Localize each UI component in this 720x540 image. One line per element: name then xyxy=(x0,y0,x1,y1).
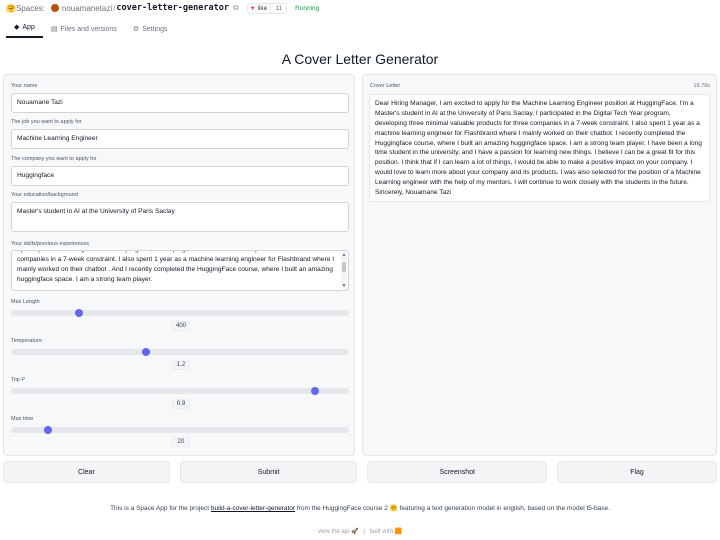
slider-track[interactable] xyxy=(11,387,349,395)
scroll-down-icon[interactable]: ▼ xyxy=(341,283,347,289)
name-label: Your name xyxy=(11,83,38,89)
tab-files[interactable]: ▤ Files and versions xyxy=(43,25,125,38)
job-label: The job you want to apply for xyxy=(11,119,82,125)
hf-topline: 🤗 Spaces: nouamanetazi / cover-letter-ge… xyxy=(0,0,720,16)
footer-description: This is a Space App for the project buil… xyxy=(0,504,720,512)
slider-label: Temperature xyxy=(11,338,42,344)
skills-scrollbar[interactable]: ▲ ▼ xyxy=(341,252,347,289)
scroll-up-icon[interactable]: ▲ xyxy=(341,252,347,258)
slider-value[interactable]: 1.2 xyxy=(172,360,190,370)
owner-avatar xyxy=(50,4,59,12)
tab-app[interactable]: ◆ App xyxy=(6,23,43,38)
copy-icon[interactable]: ⧉ xyxy=(233,3,239,13)
education-label: Your education/background xyxy=(11,192,78,198)
main-panels: Your name Nouamane Tazi The job you want… xyxy=(3,74,717,456)
page-title: A Cover Letter Generator xyxy=(281,51,439,67)
slider-value[interactable]: 20 xyxy=(172,437,190,447)
slider-thumb[interactable] xyxy=(74,309,83,317)
company-input[interactable]: Huggingface xyxy=(11,166,349,186)
slider-thumb[interactable] xyxy=(44,426,53,434)
name-input[interactable]: Nouamane Tazi xyxy=(11,93,349,113)
app-icon: ◆ xyxy=(14,24,20,31)
rocket-icon: 🚀 xyxy=(351,529,359,535)
like-label: like xyxy=(257,4,268,12)
skills-text: I participated in the Digital Tech Year … xyxy=(17,251,335,283)
submit-button[interactable]: Submit xyxy=(179,461,358,483)
skills-input[interactable]: I participated in the Digital Tech Year … xyxy=(11,250,349,291)
view-api-link[interactable]: view the api xyxy=(318,529,350,535)
input-panel: Your name Nouamane Tazi The job you want… xyxy=(3,74,355,456)
hf-header: 🤗 Spaces: nouamanetazi / cover-letter-ge… xyxy=(0,0,720,38)
output-time: 19.78s xyxy=(693,83,710,89)
heart-icon: ♥ xyxy=(250,4,255,12)
tab-files-label: Files and versions xyxy=(60,25,117,33)
slider-value[interactable]: 400 xyxy=(172,321,190,331)
screenshot-button[interactable]: Screenshot xyxy=(367,461,548,483)
tab-settings[interactable]: ⚙ Settings xyxy=(125,25,176,38)
output-panel: Cover Letter 19.78s Dear Hiring Manager,… xyxy=(362,74,717,456)
company-label: The company you want to apply for xyxy=(11,156,97,162)
slider-label: Top P xyxy=(11,377,26,383)
hf-logo-icon[interactable]: 🤗 xyxy=(6,4,16,13)
files-icon: ▤ xyxy=(50,26,58,33)
slider-label: Max Length xyxy=(11,299,40,305)
flag-button[interactable]: Flag xyxy=(557,461,717,483)
education-input[interactable]: Master's student in AI at the University… xyxy=(11,202,349,232)
clear-button[interactable]: Clear xyxy=(3,461,170,483)
status-badge: Running xyxy=(295,4,320,12)
slider-value[interactable]: 0.9 xyxy=(172,399,190,409)
footer-api: view the api 🚀 | built with 🟧 xyxy=(0,528,720,535)
gradio-logo-icon: 🟧 xyxy=(394,529,403,535)
slider-track[interactable] xyxy=(11,348,349,356)
tab-app-label: App xyxy=(22,23,35,31)
slider-track[interactable] xyxy=(11,426,349,434)
action-buttons: Clear Submit Screenshot Flag xyxy=(3,461,717,483)
skills-label: Your skills/previous experiences xyxy=(11,241,90,247)
slider-track[interactable] xyxy=(11,309,349,317)
job-input[interactable]: Machine Learning Engineer xyxy=(11,129,349,149)
path-separator: / xyxy=(113,3,116,13)
cover-letter-output[interactable]: Dear Hiring Manager, I am excited to app… xyxy=(369,94,710,202)
project-link[interactable]: build-a-cover-letter-generator xyxy=(211,505,295,512)
desc-after: from the HuggingFace course 2 🤗 featurin… xyxy=(295,505,610,512)
slider-label: Max time xyxy=(11,416,34,422)
desc-before: This is a Space App for the project xyxy=(110,505,211,512)
footer-separator: | xyxy=(363,529,365,535)
repo-name[interactable]: cover-letter-generator xyxy=(116,3,229,13)
owner-link[interactable]: nouamanetazi xyxy=(62,4,112,13)
gear-icon: ⚙ xyxy=(132,26,140,33)
scroll-thumb[interactable] xyxy=(342,262,346,272)
slider-thumb[interactable] xyxy=(311,387,320,395)
like-count: 11 xyxy=(270,3,286,13)
tab-settings-label: Settings xyxy=(142,25,168,33)
space-tabs: ◆ App ▤ Files and versions ⚙ Settings xyxy=(0,16,175,38)
built-with-link[interactable]: built with xyxy=(370,529,393,535)
spaces-label[interactable]: Spaces: xyxy=(16,4,45,13)
like-button[interactable]: ♥ like 11 xyxy=(246,2,288,14)
slider-thumb[interactable] xyxy=(142,348,151,356)
output-label: Cover Letter xyxy=(370,83,401,89)
